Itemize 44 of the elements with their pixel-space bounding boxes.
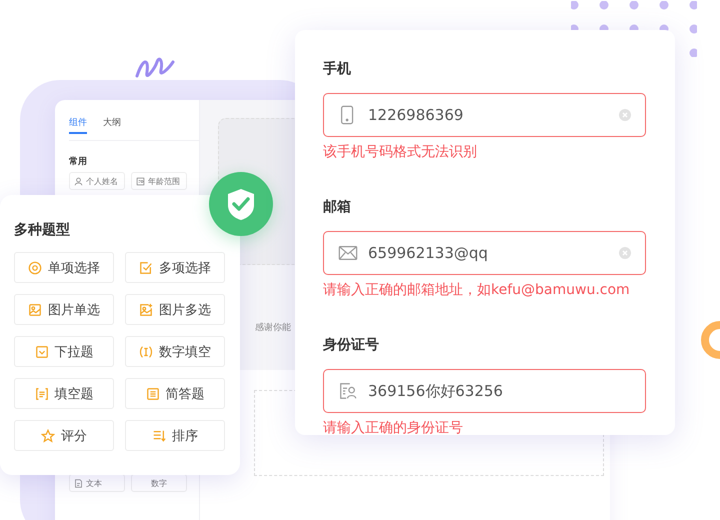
question-type-button[interactable]: 简答题 xyxy=(125,378,225,409)
checkbox-icon xyxy=(139,260,153,274)
question-type-button[interactable]: 排序 xyxy=(125,420,225,451)
question-type-button[interactable]: 填空题 xyxy=(14,378,114,409)
tab[interactable]: 大纲 xyxy=(103,116,121,134)
clear-icon[interactable] xyxy=(619,247,631,259)
question-type-button[interactable]: 数字填空 xyxy=(125,336,225,367)
ring-drawing xyxy=(698,320,720,360)
error-message: 请输入正确的身份证号 xyxy=(323,419,464,437)
error-message: 该手机号码格式无法识别 xyxy=(323,143,478,161)
radio-icon xyxy=(28,260,42,274)
envelope-icon xyxy=(338,243,358,263)
field-label: 手机 xyxy=(323,60,352,79)
section-title: 常用 xyxy=(69,155,88,168)
input-field[interactable]: 1226986369 xyxy=(323,93,646,137)
canvas-text: 感谢你能 xyxy=(255,322,291,334)
tab[interactable]: 组件 xyxy=(69,116,87,134)
dropdown-icon xyxy=(34,344,48,358)
question-type-button[interactable]: 图片多选 xyxy=(125,294,225,325)
question-type-button[interactable]: 多项选择 xyxy=(125,252,225,283)
text-answer-icon xyxy=(146,386,160,400)
input-field[interactable]: 369156你好63256 xyxy=(323,369,646,413)
image-plus-icon xyxy=(139,302,153,316)
number-icon xyxy=(139,344,153,358)
fill-blank-icon xyxy=(34,386,48,400)
question-type-button[interactable]: 评分 xyxy=(14,420,114,451)
sort-icon xyxy=(152,428,166,442)
image-icon xyxy=(28,302,42,316)
question-type-button[interactable]: 单项选择 xyxy=(14,252,114,283)
component-chip[interactable]: 年龄范围 xyxy=(131,172,187,190)
field-label: 身份证号 xyxy=(323,336,380,355)
person-icon xyxy=(74,176,83,186)
question-type-button[interactable]: 图片单选 xyxy=(14,294,114,325)
card-title: 多种题型 xyxy=(14,221,71,239)
star-icon xyxy=(41,428,55,442)
id-card-icon xyxy=(136,176,145,186)
id-card-icon xyxy=(338,381,358,401)
clear-icon[interactable] xyxy=(619,109,631,121)
input-field[interactable]: 659962133@qq xyxy=(323,231,646,275)
question-type-button[interactable]: 下拉题 xyxy=(14,336,114,367)
field-label: 邮箱 xyxy=(323,198,352,217)
error-message: 请输入正确的邮箱地址，如kefu@bamuwu.com xyxy=(323,281,631,299)
component-chip[interactable]: 个人姓名 xyxy=(69,172,125,190)
document-icon xyxy=(74,478,83,488)
